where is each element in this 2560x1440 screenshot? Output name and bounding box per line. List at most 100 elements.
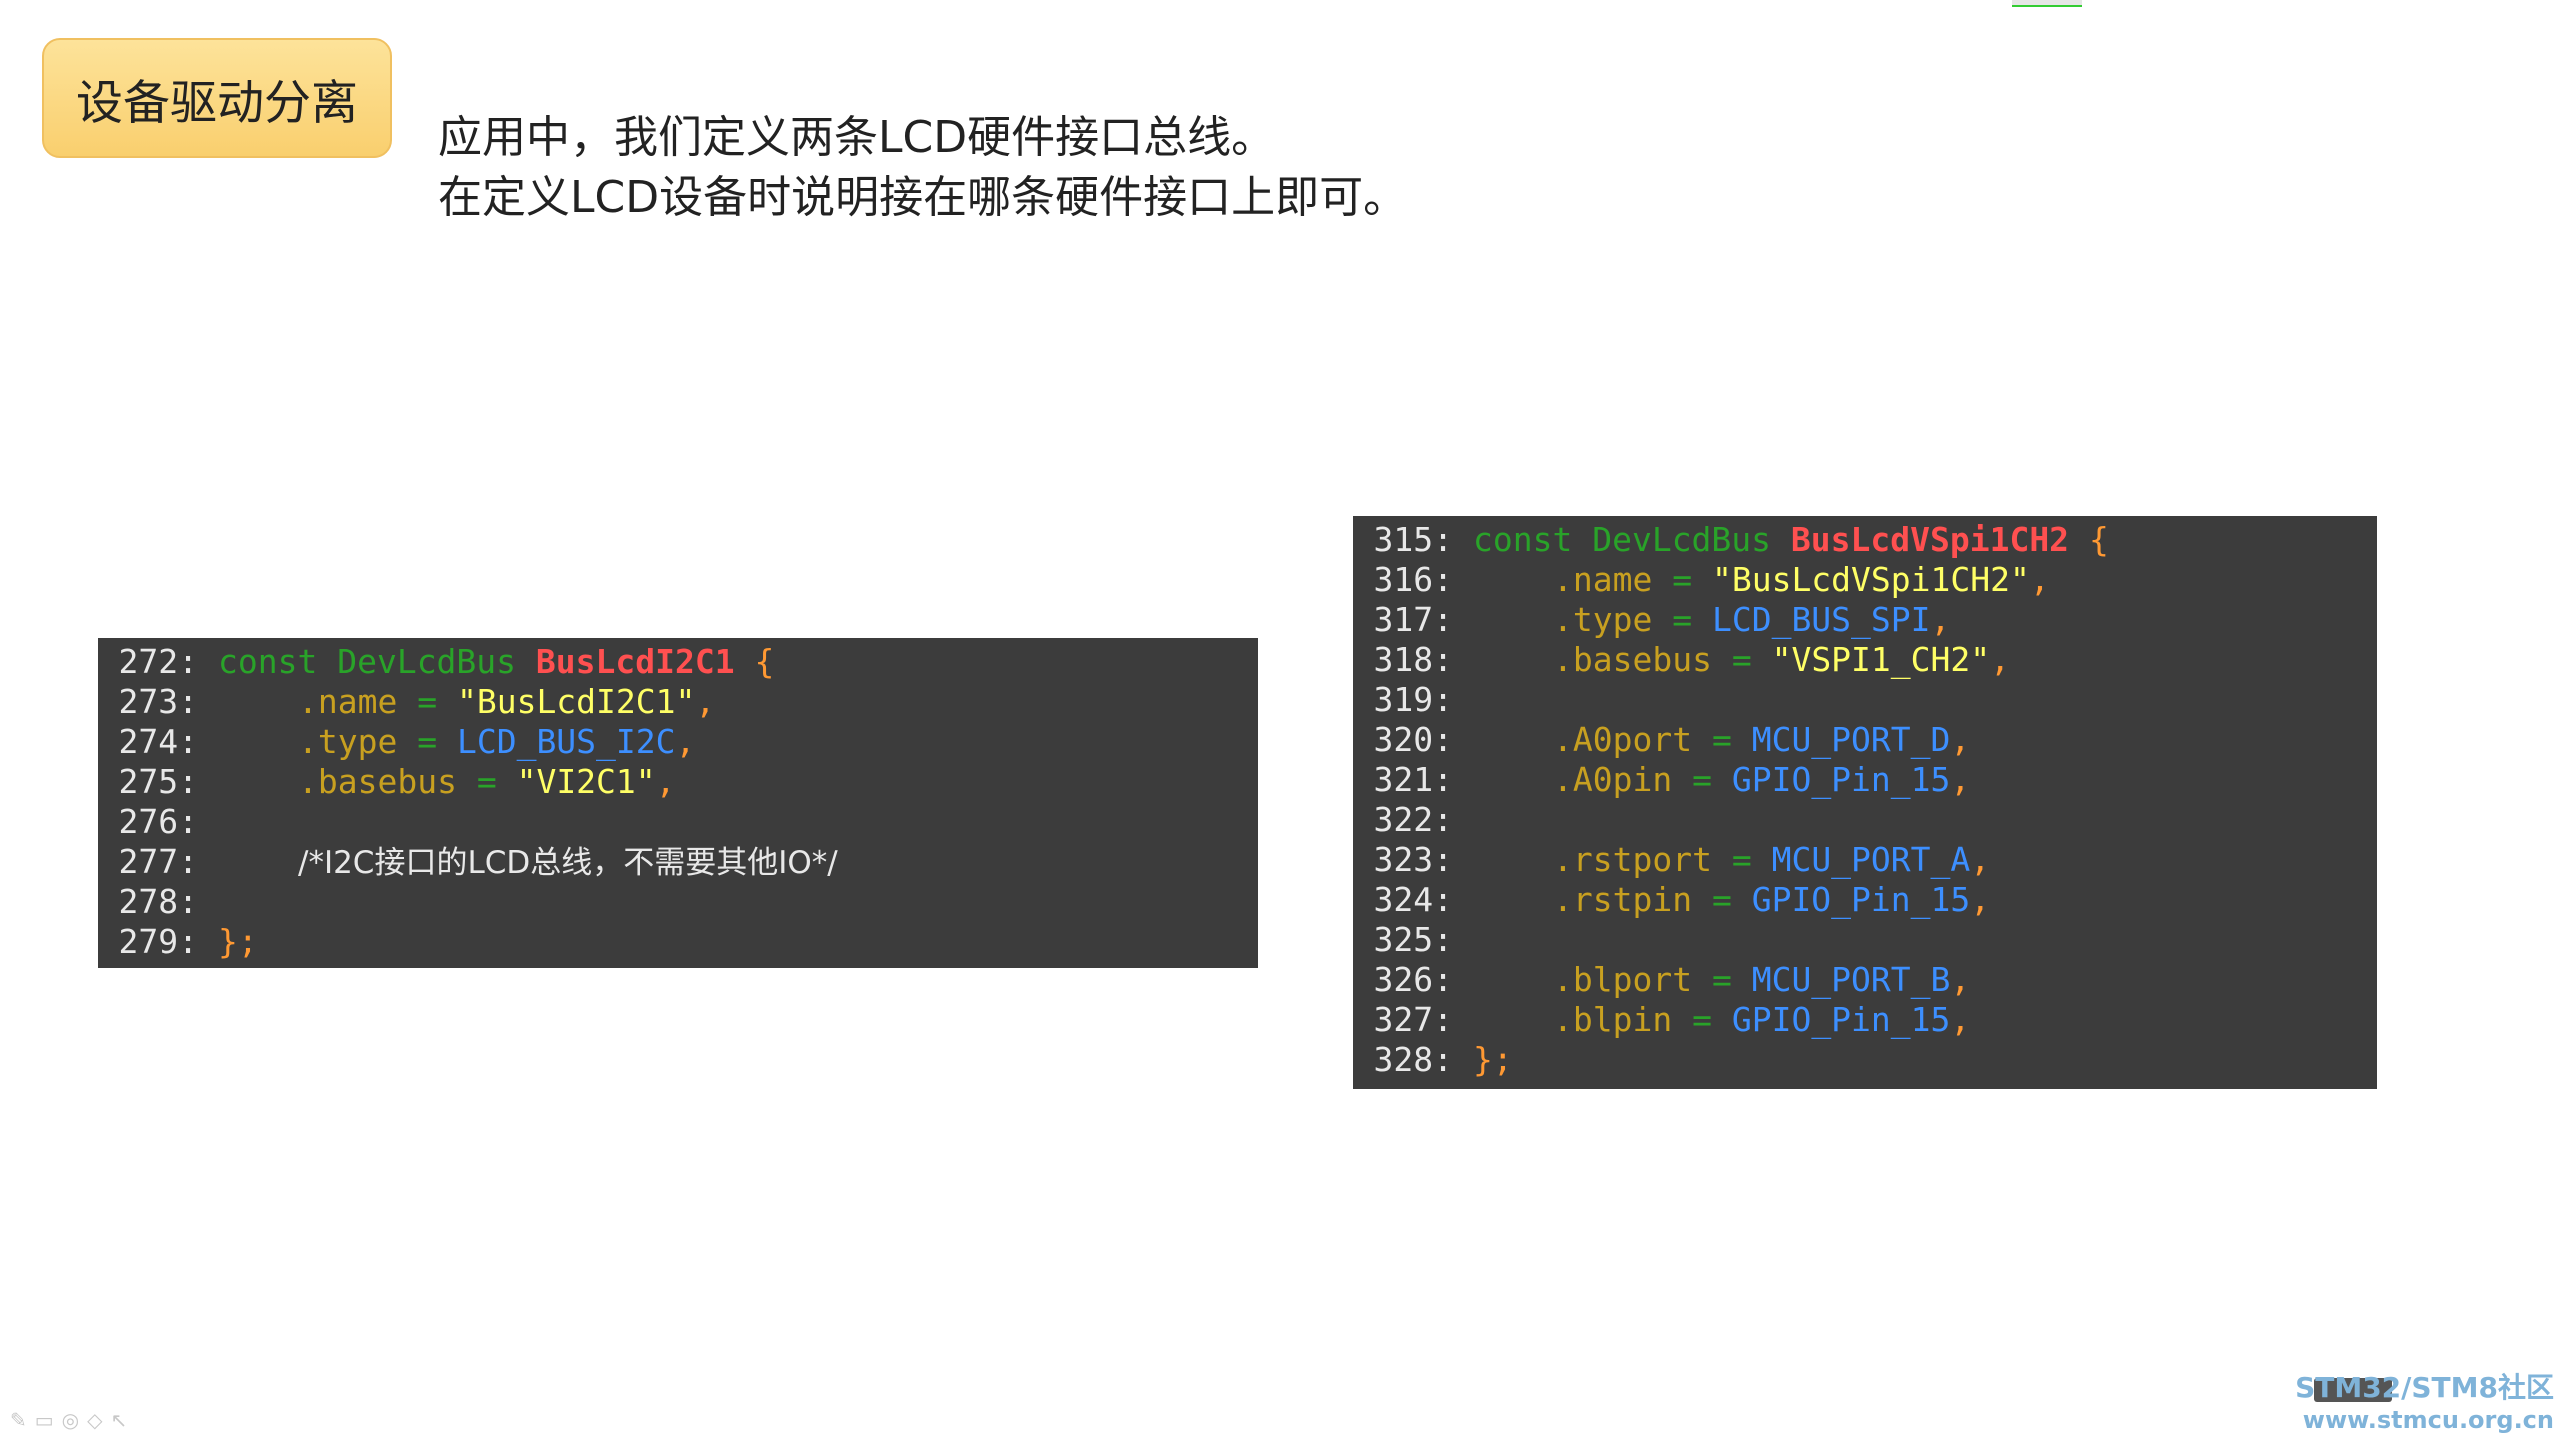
value-token: MCU_PORT_B [1751, 960, 1951, 999]
line-number: 319: [1373, 680, 1453, 719]
slide-title: 设备驱动分离 [42, 38, 392, 158]
field-token: .rstport [1553, 840, 1712, 879]
code-line: 319: [1353, 680, 2377, 720]
assign-token: = [417, 682, 438, 721]
keyword-token: const [218, 642, 318, 681]
field-token: .A0pin [1553, 760, 1673, 799]
comma-token: , [1950, 960, 1971, 999]
assign-token: = [1692, 1000, 1712, 1039]
comma-token: , [1970, 880, 1991, 919]
line-number: 325: [1373, 920, 1453, 959]
line-number: 327: [1373, 1000, 1453, 1039]
assign-token: = [1672, 560, 1693, 599]
value-token: GPIO_Pin_15 [1751, 880, 1971, 919]
comma-token: , [1950, 760, 1971, 799]
brace-token: { [2088, 520, 2109, 559]
field-token: .type [1553, 600, 1653, 639]
value-token: LCD_BUS_I2C [456, 722, 676, 761]
field-token: .blpin [1553, 1000, 1673, 1039]
identifier-token: BusLcdVSpi1CH2 [1790, 520, 2070, 559]
code-line: 317: .type = LCD_BUS_SPI, [1353, 600, 2377, 640]
line-number: 279: [118, 922, 198, 961]
code-block-i2c: 272: const DevLcdBus BusLcdI2C1 {273: .nam… [98, 638, 1258, 968]
line-number: 324: [1373, 880, 1453, 919]
line-number: 317: [1373, 600, 1453, 639]
value-token: GPIO_Pin_15 [1731, 1000, 1951, 1039]
pen-icon[interactable]: ✎ [10, 1408, 27, 1432]
code-line: 276: [98, 802, 1258, 842]
comma-token: , [1990, 640, 2010, 679]
field-token: .A0port [1553, 720, 1693, 759]
assign-token: = [1711, 960, 1732, 999]
comma-token: , [655, 762, 676, 801]
line-number: 322: [1373, 800, 1453, 839]
field-token: .basebus [298, 762, 457, 801]
line-number: 316: [1373, 560, 1453, 599]
field-token: .blport [1553, 960, 1693, 999]
comment-token: /*I2C接口的LCD总线，不需要其他IO*/ [298, 845, 838, 881]
comma-token: , [1930, 600, 1951, 639]
line-number: 321: [1373, 760, 1453, 799]
value-token: "BusLcdVSpi1CH2" [1711, 560, 2030, 599]
code-line: 279:}; [98, 922, 1258, 962]
screen-icon[interactable]: ▭ [35, 1408, 54, 1432]
code-line: 272: const DevLcdBus BusLcdI2C1 { [98, 642, 1258, 682]
code-line: 326: .blport = MCU_PORT_B, [1353, 960, 2377, 1000]
line-number: 326: [1373, 960, 1453, 999]
code-line: 315: const DevLcdBus BusLcdVSpi1CH2 { [1353, 520, 2377, 560]
line-number: 274: [118, 722, 198, 761]
assign-token: = [476, 762, 497, 801]
marker-icon[interactable]: ◇ [87, 1408, 102, 1432]
line-number: 315: [1373, 520, 1453, 559]
code-block-spi: 315: const DevLcdBus BusLcdVSpi1CH2 {316:… [1353, 516, 2377, 1089]
code-line: 278: [98, 882, 1258, 922]
line-number: 278: [118, 882, 198, 921]
line-number: 276: [118, 802, 198, 841]
comma-token: , [675, 722, 696, 761]
line-number: 328: [1373, 1040, 1453, 1079]
eraser-icon[interactable]: ◎ [62, 1408, 79, 1432]
description-line-2: 在定义LCD设备时说明接在哪条硬件接口上即可。 [438, 172, 1408, 223]
comma-token: , [1970, 840, 1991, 879]
field-token: .rstpin [1553, 880, 1693, 919]
code-line: 321: .A0pin = GPIO_Pin_15, [1353, 760, 2377, 800]
field-token: .type [298, 722, 398, 761]
code-line: 328:}; [1353, 1040, 2377, 1080]
watermark-line-1: STM32/STM8社区 [2295, 1371, 2554, 1404]
brace-token: }; [1473, 1040, 1513, 1079]
comma-token: , [2029, 560, 2050, 599]
value-token: "BusLcdI2C1" [456, 682, 696, 721]
code-line: 274: .type = LCD_BUS_I2C, [98, 722, 1258, 762]
assign-token: = [1731, 840, 1752, 879]
line-number: 323: [1373, 840, 1453, 879]
assign-token: = [1711, 720, 1732, 759]
comma-token: , [1950, 1000, 1971, 1039]
line-number: 320: [1373, 720, 1453, 759]
comma-token: , [1950, 720, 1971, 759]
top-window-indicator [2012, 0, 2082, 7]
line-number: 272: [118, 642, 198, 681]
assign-token: = [417, 722, 438, 761]
code-line: 275: .basebus = "VI2C1", [98, 762, 1258, 802]
keyword-token: const [1473, 520, 1573, 559]
watermark-line-2: www.stmcu.org.cn [2302, 1406, 2554, 1434]
code-line: 320: .A0port = MCU_PORT_D, [1353, 720, 2377, 760]
comma-token: , [695, 682, 716, 721]
code-line: 327: .blpin = GPIO_Pin_15, [1353, 1000, 2377, 1040]
field-token: .name [298, 682, 398, 721]
value-token: MCU_PORT_D [1751, 720, 1951, 759]
field-token: .basebus [1553, 640, 1712, 679]
presentation-toolbar: ✎ ▭ ◎ ◇ ↖ [10, 1408, 127, 1432]
assign-token: = [1672, 600, 1693, 639]
slide-title-text: 设备驱动分离 [76, 75, 358, 131]
code-line: 273: .name = "BusLcdI2C1", [98, 682, 1258, 722]
code-line: 318: .basebus = "VSPI1_CH2", [1353, 640, 2377, 680]
pointer-icon[interactable]: ↖ [111, 1408, 128, 1432]
value-token: LCD_BUS_SPI [1711, 600, 1931, 639]
type-token: DevLcdBus [1592, 520, 1772, 559]
identifier-token: BusLcdI2C1 [535, 642, 735, 681]
code-line: 323: .rstport = MCU_PORT_A, [1353, 840, 2377, 880]
code-line: 324: .rstpin = GPIO_Pin_15, [1353, 880, 2377, 920]
watermark: STM32/STM8社区 www.stmcu.org.cn [2295, 1366, 2554, 1434]
code-line: 325: [1353, 920, 2377, 960]
